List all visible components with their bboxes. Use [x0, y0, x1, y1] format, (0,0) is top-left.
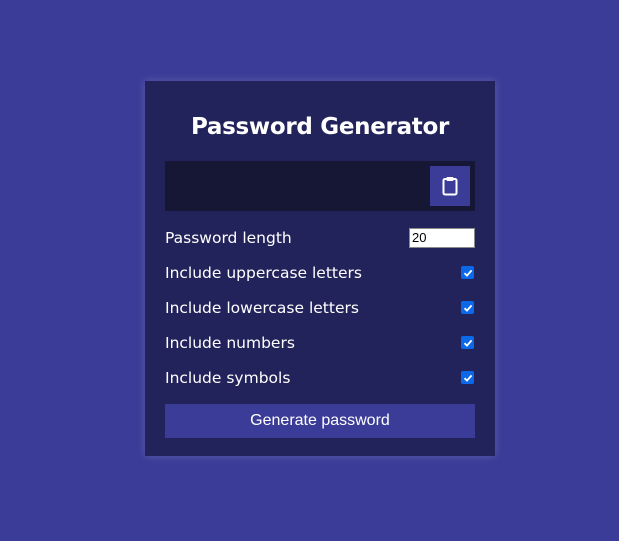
password-result-box: [165, 161, 475, 211]
setting-symbols: Include symbols: [165, 360, 475, 395]
checkmark-icon: [463, 304, 472, 312]
copy-to-clipboard-button[interactable]: [430, 166, 470, 206]
generate-password-button[interactable]: Generate password: [165, 404, 475, 438]
lowercase-checkbox[interactable]: [461, 301, 474, 314]
password-length-label: Password length: [165, 228, 292, 247]
checkmark-icon: [463, 269, 472, 277]
setting-numbers: Include numbers: [165, 325, 475, 360]
checkmark-icon: [463, 374, 472, 382]
clipboard-icon: [442, 177, 458, 196]
setting-uppercase: Include uppercase letters: [165, 255, 475, 290]
setting-password-length: Password length: [165, 220, 475, 255]
password-generator-card: Password Generator Password length Inclu…: [145, 81, 495, 456]
page-title: Password Generator: [190, 114, 450, 140]
symbols-label: Include symbols: [165, 368, 291, 387]
symbols-checkbox[interactable]: [461, 371, 474, 384]
setting-lowercase: Include lowercase letters: [165, 290, 475, 325]
uppercase-label: Include uppercase letters: [165, 263, 362, 282]
numbers-label: Include numbers: [165, 333, 295, 352]
password-length-input[interactable]: [409, 227, 475, 248]
numbers-checkbox[interactable]: [461, 336, 474, 349]
checkmark-icon: [463, 339, 472, 347]
lowercase-label: Include lowercase letters: [165, 298, 359, 317]
uppercase-checkbox[interactable]: [461, 266, 474, 279]
